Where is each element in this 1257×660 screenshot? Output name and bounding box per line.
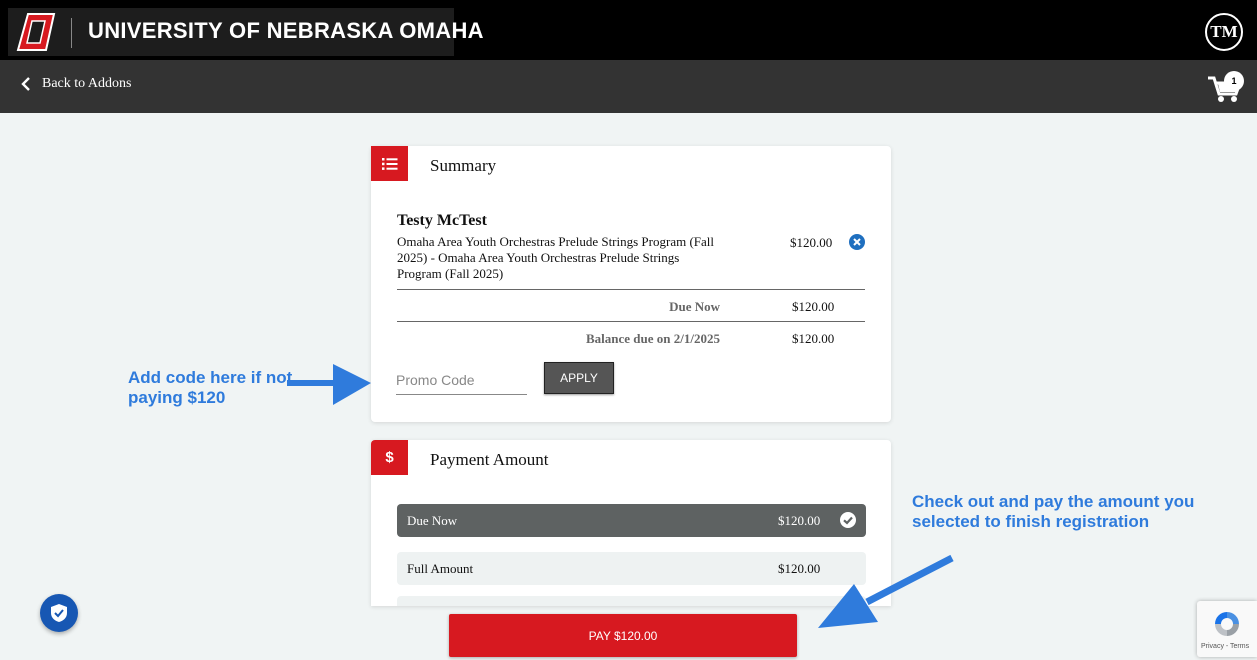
check-circle-icon	[840, 512, 856, 528]
summary-title: Summary	[430, 156, 497, 175]
item-description: Omaha Area Youth Orchestras Prelude Stri…	[397, 234, 715, 281]
option-label: Due Now	[407, 513, 458, 528]
back-to-addons-link[interactable]: Back to Addons	[20, 76, 131, 92]
due-now-label: Due Now	[669, 299, 720, 314]
arrow-down-left-icon	[818, 554, 954, 628]
balance-due-label: Balance due on 2/1/2025	[586, 331, 720, 346]
arrow-right-icon	[287, 364, 371, 405]
payment-option-due-now[interactable]: Due Now $120.00	[397, 504, 866, 537]
recaptcha-footer[interactable]: Privacy - Terms	[1201, 643, 1249, 650]
payment-title: Payment Amount	[430, 450, 549, 469]
balance-due-value: $120.00	[792, 331, 835, 346]
privacy-shield-button[interactable]	[40, 594, 78, 632]
logo-divider	[71, 18, 72, 48]
top-header: UNIVERSITY OF NEBRASKA OMAHA TM	[0, 0, 1257, 60]
chevron-left-icon	[21, 77, 30, 91]
option-label: Full Amount	[407, 561, 474, 576]
divider	[397, 321, 865, 322]
divider	[397, 289, 865, 290]
promo-code-input[interactable]	[396, 366, 527, 395]
option-value: $120.00	[778, 513, 821, 528]
apply-promo-button[interactable]: APPLY	[544, 362, 614, 394]
item-price: $120.00	[790, 235, 833, 250]
checkout-annotation: Check out and pay the amount you selecte…	[912, 492, 1195, 531]
nav-bar: Back to Addons	[0, 60, 1257, 113]
user-avatar[interactable]: TM	[1205, 13, 1243, 51]
cart-count-badge: 1	[1224, 71, 1244, 91]
summary-card: Summary Testy McTest Omaha Area Youth Or…	[371, 146, 891, 422]
registrant-name: Testy McTest	[397, 212, 487, 229]
pay-button[interactable]: PAY $120.00	[449, 614, 797, 657]
university-name: UNIVERSITY OF NEBRASKA OMAHA	[88, 18, 484, 43]
promo-annotation: Add code here if not paying $120	[128, 368, 293, 407]
back-link-label: Back to Addons	[42, 76, 132, 91]
university-logo[interactable]: UNIVERSITY OF NEBRASKA OMAHA	[8, 8, 484, 56]
remove-item-icon[interactable]	[849, 234, 865, 250]
payment-option-full-amount[interactable]: Full Amount $120.00	[397, 552, 866, 585]
recaptcha-badge[interactable]: Privacy - Terms	[1197, 601, 1257, 657]
shield-check-icon	[51, 604, 67, 622]
recaptcha-icon	[1215, 612, 1239, 636]
due-now-value: $120.00	[792, 299, 835, 314]
payment-option-more[interactable]	[397, 596, 866, 606]
dollar-icon: $	[371, 440, 408, 475]
list-icon	[371, 146, 408, 181]
uno-o-logo-icon	[16, 13, 56, 51]
